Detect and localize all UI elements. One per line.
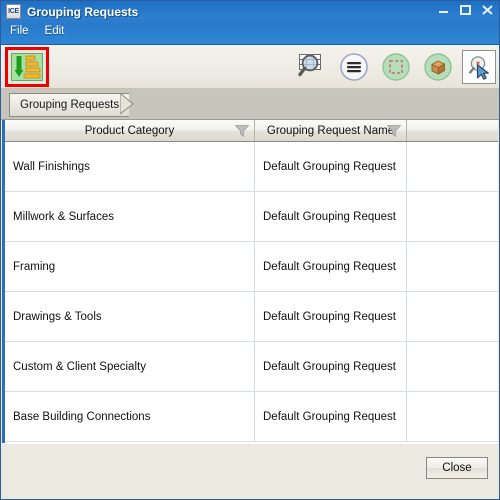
close-icon — [482, 5, 493, 15]
cell-product-category: Framing — [5, 242, 255, 291]
toolbar-right-group — [294, 48, 496, 86]
cell-grouping-request-name: Default Grouping Request — [255, 342, 407, 391]
cell-grouping-request-name: Default Grouping Request — [255, 192, 407, 241]
menu-item-file[interactable]: File — [9, 24, 30, 38]
select-region-button[interactable] — [378, 49, 414, 85]
column-header-grouping-request-name[interactable]: Grouping Request Name — [255, 120, 407, 141]
table-row[interactable]: Drawings & Tools Default Grouping Reques… — [5, 292, 498, 342]
cell-product-category: Custom & Client Specialty — [5, 342, 255, 391]
column-header-product-category[interactable]: Product Category — [5, 120, 255, 141]
cell-product-category: Millwork & Surfaces — [5, 192, 255, 241]
filter-funnel-icon[interactable] — [235, 125, 249, 137]
menu-bar: File Edit — [1, 22, 65, 39]
column-header-label: Product Category — [84, 124, 175, 137]
model-object-button[interactable] — [420, 49, 456, 85]
sort-descending-icon — [11, 53, 43, 81]
box-3d-circle-icon — [424, 53, 452, 81]
grouping-requests-table: Product Category Grouping Request Name W… — [2, 120, 498, 444]
cell-spare — [407, 292, 498, 341]
maximize-icon — [460, 5, 471, 15]
filter-funnel-icon[interactable] — [387, 125, 401, 137]
cell-product-category: Base Building Connections — [5, 392, 255, 441]
cell-product-category: Wall Finishings — [5, 142, 255, 191]
cell-grouping-request-name: Default Grouping Request — [255, 392, 407, 441]
cell-spare — [407, 242, 498, 291]
table-row[interactable]: Custom & Client Specialty Default Groupi… — [5, 342, 498, 392]
cell-grouping-request-name: Default Grouping Request — [255, 142, 407, 191]
table-row[interactable]: Base Building Connections Default Groupi… — [5, 392, 498, 442]
sort-descending-button[interactable] — [5, 47, 49, 87]
close-dialog-button[interactable]: Close — [426, 457, 488, 479]
list-menu-button[interactable] — [336, 49, 372, 85]
menu-item-edit[interactable]: Edit — [44, 24, 66, 38]
breadcrumb-item-grouping-requests[interactable]: Grouping Requests — [9, 93, 130, 117]
window-controls — [436, 3, 495, 17]
title-bar: ICE Grouping Requests File Edit — [1, 1, 499, 45]
maximize-button[interactable] — [458, 3, 473, 17]
column-header-spare[interactable] — [407, 120, 498, 141]
minimize-icon — [439, 11, 448, 13]
toolbar — [1, 45, 499, 89]
cell-spare — [407, 192, 498, 241]
title-row: ICE Grouping Requests — [1, 1, 499, 22]
pick-zoom-button[interactable] — [462, 50, 496, 84]
cell-grouping-request-name: Default Grouping Request — [255, 242, 407, 291]
table-row[interactable]: Wall Finishings Default Grouping Request — [5, 142, 498, 192]
cell-spare — [407, 392, 498, 441]
table-header-row: Product Category Grouping Request Name — [5, 120, 498, 142]
breadcrumb-bar: Grouping Requests — [1, 89, 499, 120]
magnifier-grid-icon — [298, 54, 321, 77]
table-row[interactable]: Millwork & Surfaces Default Grouping Req… — [5, 192, 498, 242]
grouping-requests-window: ICE Grouping Requests File Edit Grouping… — [0, 0, 500, 500]
cell-grouping-request-name: Default Grouping Request — [255, 292, 407, 341]
cell-product-category: Drawings & Tools — [5, 292, 255, 341]
app-icon: ICE — [6, 4, 21, 19]
cell-spare — [407, 142, 498, 191]
footer-bar: Close — [2, 443, 498, 498]
dashed-square-circle-icon — [382, 53, 410, 81]
close-button[interactable] — [480, 3, 495, 17]
table-body: Wall Finishings Default Grouping Request… — [5, 142, 498, 442]
hamburger-circle-icon — [340, 53, 368, 81]
find-in-table-button[interactable] — [294, 49, 330, 85]
column-header-label: Grouping Request Name — [266, 124, 395, 137]
minimize-button[interactable] — [436, 3, 451, 17]
magnifier-cursor-icon — [469, 56, 489, 80]
window-title: Grouping Requests — [27, 4, 139, 19]
table-row[interactable]: Framing Default Grouping Request — [5, 242, 498, 292]
cell-spare — [407, 342, 498, 391]
